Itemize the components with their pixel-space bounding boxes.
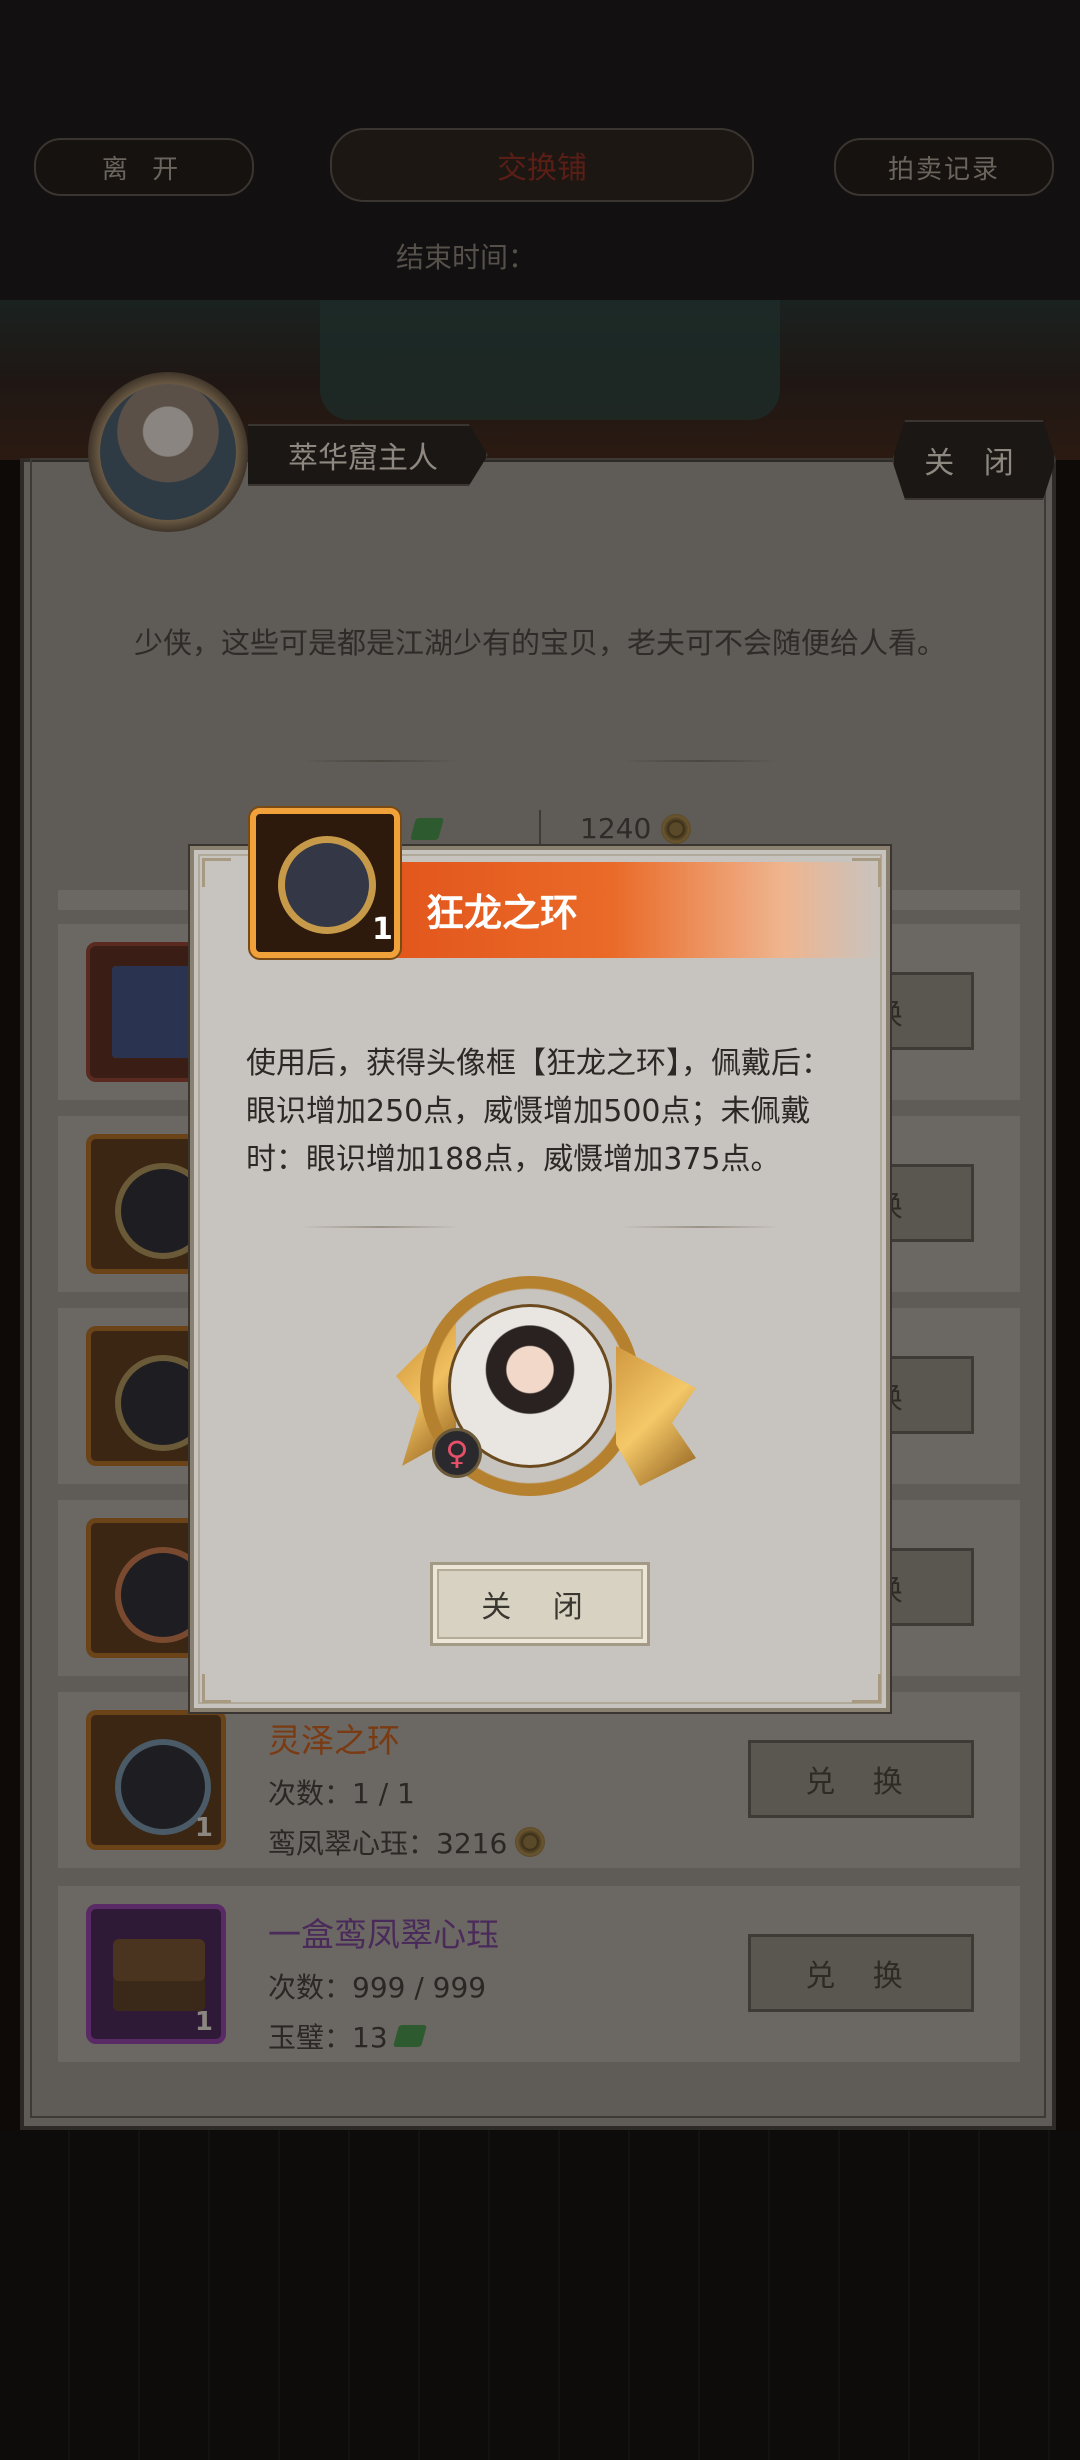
item-icon-frame[interactable]: 1 [86, 1710, 226, 1850]
item-icon-frame[interactable]: 1 [86, 1904, 226, 2044]
chest-icon [113, 1939, 205, 2011]
item-cost: 鸾凤翠心珏：3216 [268, 1822, 546, 1862]
top-bar: 离 开 交换铺 拍卖记录 结束时间： [0, 0, 1080, 300]
background-floor [0, 2130, 1080, 2460]
coin-currency: 1240 [580, 812, 692, 845]
jade-icon [410, 817, 445, 840]
item-cost-label: 玉璧：13 [268, 2021, 388, 2054]
modal-divider-right [620, 1226, 780, 1228]
end-time-label: 结束时间： [396, 241, 537, 274]
jade-icon [392, 2025, 427, 2047]
modal-corner-ornament [852, 1674, 881, 1703]
modal-close-button[interactable]: 关 闭 [430, 1562, 650, 1646]
coin-amount: 1240 [580, 812, 652, 845]
exchange-button[interactable]: 兑 换 [748, 1934, 974, 2012]
modal-divider-left [300, 1226, 460, 1228]
background-structure [320, 300, 780, 420]
dragon-ring-icon [278, 836, 376, 934]
item-name: 灵泽之环 [268, 1721, 400, 1760]
item-count: 1 [194, 1813, 213, 1843]
modal-corner-ornament [202, 858, 231, 887]
female-gender-icon: ♀ [432, 1428, 482, 1478]
item-uses: 次数：1 / 1 [268, 1777, 415, 1810]
item-count: 1 [194, 2007, 213, 2037]
book-icon [112, 966, 198, 1058]
modal-title: 狂龙之环 [426, 891, 579, 935]
currency-divider [539, 810, 541, 850]
item-cost: 玉璧：13 [268, 2016, 427, 2056]
item-cost-label: 鸾凤翠心珏：3216 [268, 1827, 508, 1860]
modal-item-count: 1 [372, 912, 393, 947]
npc-name-tag: 萃华窟主人 [248, 424, 488, 486]
exchange-button[interactable]: 兑 换 [748, 1740, 974, 1818]
divider-left [300, 760, 460, 762]
shop-title: 交换铺 [330, 128, 754, 202]
item-name: 一盒鸾凤翠心珏 [268, 1915, 499, 1954]
item-uses: 次数：999 / 999 [268, 1971, 487, 2004]
avatar-frame-preview: ♀ [396, 1276, 696, 1496]
leave-button[interactable]: 离 开 [34, 138, 254, 196]
npc-dialog: 少侠，这些可是都是江湖少有的宝贝，老夫可不会随便给人看。 [133, 626, 946, 660]
auction-record-button[interactable]: 拍卖记录 [834, 138, 1054, 196]
modal-corner-ornament [202, 1674, 231, 1703]
coin-icon [515, 1827, 546, 1857]
dragon-wing-right-icon [616, 1346, 696, 1486]
list-item: 1 一盒鸾凤翠心珏 次数：999 / 999 玉璧：13 兑 换 [58, 1886, 1020, 2062]
coin-icon [661, 813, 692, 844]
divider-right [620, 760, 780, 762]
modal-description: 使用后，获得头像框【狂龙之环】，佩戴后：眼识增加250点，威慑增加500点；未佩… [246, 1046, 831, 1177]
npc-avatar [100, 384, 236, 520]
panel-close-button[interactable]: 关 闭 [892, 420, 1056, 500]
list-item: 1 灵泽之环 次数：1 / 1 鸾凤翠心珏：3216 兑 换 [58, 1692, 1020, 1868]
